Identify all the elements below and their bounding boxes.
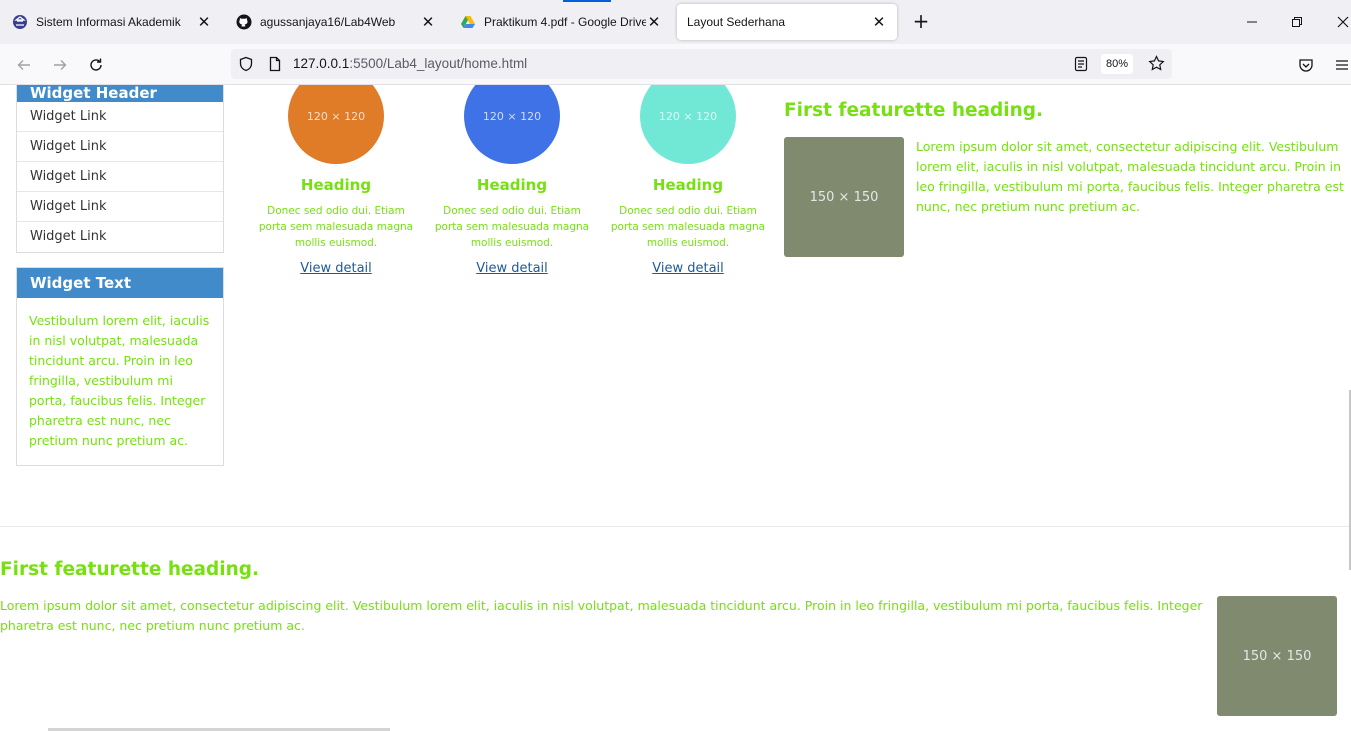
minimize-icon bbox=[1247, 21, 1257, 23]
featurette-image: 150 × 150 bbox=[1217, 596, 1337, 716]
close-icon[interactable]: ✕ bbox=[420, 14, 436, 31]
widget-title: Widget Text bbox=[17, 268, 223, 298]
tab-google-drive[interactable]: Praktikum 4.pdf - Google Drive ✕ bbox=[450, 4, 672, 40]
navigation-toolbar: 127.0.0.1:5500/Lab4_layout/home.html 80% bbox=[0, 44, 1351, 85]
hamburger-menu-icon bbox=[1336, 60, 1348, 70]
placeholder-image-circle: 120 × 120 bbox=[464, 85, 560, 164]
page-icon bbox=[267, 56, 283, 76]
pocket-button[interactable] bbox=[1293, 52, 1319, 78]
widget-link[interactable]: Widget Link bbox=[17, 192, 223, 222]
tab-label: Layout Sederhana bbox=[687, 15, 786, 29]
featurette-image: 150 × 150 bbox=[784, 137, 904, 257]
close-window-button[interactable] bbox=[1328, 10, 1351, 34]
university-icon bbox=[12, 14, 28, 30]
tab-loading-indicator bbox=[563, 0, 611, 2]
column-text: Donec sed odio dui. Etiam porta sem male… bbox=[610, 205, 766, 249]
widget-link[interactable]: Widget Link bbox=[17, 162, 223, 192]
restore-button[interactable] bbox=[1282, 10, 1312, 34]
star-icon[interactable] bbox=[1148, 55, 1165, 76]
featurette-heading: First featurette heading. bbox=[784, 100, 1044, 121]
minimize-button[interactable] bbox=[1237, 10, 1267, 34]
address-bar[interactable]: 127.0.0.1:5500/Lab4_layout/home.html 80% bbox=[231, 49, 1172, 79]
column-heading: Heading bbox=[652, 176, 724, 194]
widget-text-panel: Widget Text Vestibulum lorem elit, iacul… bbox=[16, 267, 224, 466]
marketing-column: Heading Donec sed odio dui. Etiam porta … bbox=[432, 176, 592, 276]
close-icon[interactable]: ✕ bbox=[196, 14, 212, 31]
google-drive-icon bbox=[460, 14, 476, 30]
page-viewport: Widget Header Widget Link Widget Link Wi… bbox=[0, 85, 1351, 731]
widget-header-panel: Widget Header Widget Link Widget Link Wi… bbox=[16, 85, 224, 253]
reload-button[interactable] bbox=[83, 52, 109, 78]
tab-label: Praktikum 4.pdf - Google Drive bbox=[484, 15, 646, 29]
close-icon[interactable]: ✕ bbox=[646, 14, 662, 31]
widget-link[interactable]: Widget Link bbox=[17, 222, 223, 252]
url-host: 127.0.0.1 bbox=[293, 56, 350, 71]
close-icon bbox=[1337, 16, 1349, 28]
widget-link[interactable]: Widget Link bbox=[17, 132, 223, 162]
tab-sistem-informasi[interactable]: Sistem Informasi Akademik ✕ bbox=[2, 4, 222, 40]
close-icon[interactable]: ✕ bbox=[871, 14, 887, 31]
reload-icon bbox=[90, 58, 102, 71]
view-detail-link[interactable]: View detail bbox=[476, 261, 548, 276]
placeholder-image-circle: 120 × 120 bbox=[640, 85, 736, 164]
restore-icon bbox=[1292, 17, 1302, 27]
tab-label: agussanjaya16/Lab4Web bbox=[260, 15, 396, 29]
tab-layout-sederhana[interactable]: Layout Sederhana ✕ bbox=[677, 4, 897, 40]
arrow-left-icon bbox=[17, 60, 30, 70]
column-heading: Heading bbox=[300, 176, 372, 194]
featurette-heading: First featurette heading. bbox=[0, 559, 260, 580]
new-tab-button[interactable]: + bbox=[911, 11, 931, 32]
placeholder-image-circle: 120 × 120 bbox=[288, 85, 384, 164]
zoom-level[interactable]: 80% bbox=[1101, 54, 1134, 74]
featurette-text: Lorem ipsum dolor sit amet, consectetur … bbox=[916, 139, 1344, 214]
forward-button[interactable] bbox=[47, 52, 73, 78]
url-text[interactable]: 127.0.0.1:5500/Lab4_layout/home.html bbox=[293, 56, 527, 71]
marketing-column: Heading Donec sed odio dui. Etiam porta … bbox=[256, 176, 416, 276]
widget-link[interactable]: Widget Link bbox=[17, 102, 223, 132]
marketing-column: Heading Donec sed odio dui. Etiam porta … bbox=[608, 176, 768, 276]
arrow-right-icon bbox=[54, 60, 67, 70]
tab-strip: Sistem Informasi Akademik ✕ agussanjaya1… bbox=[0, 0, 1351, 44]
back-button[interactable] bbox=[11, 52, 37, 78]
widget-body-text: Vestibulum lorem elit, iaculis in nisl v… bbox=[29, 313, 210, 448]
url-path: :5500/Lab4_layout/home.html bbox=[349, 56, 528, 71]
pocket-icon bbox=[1299, 59, 1313, 72]
featurette-text: Lorem ipsum dolor sit amet, consectetur … bbox=[0, 598, 1203, 633]
tab-github[interactable]: agussanjaya16/Lab4Web ✕ bbox=[226, 4, 446, 40]
view-detail-link[interactable]: View detail bbox=[300, 261, 372, 276]
column-heading: Heading bbox=[476, 176, 548, 194]
column-text: Donec sed odio dui. Etiam porta sem male… bbox=[434, 205, 590, 249]
tab-label: Sistem Informasi Akademik bbox=[36, 15, 181, 29]
view-detail-link[interactable]: View detail bbox=[652, 261, 724, 276]
shield-icon[interactable] bbox=[238, 56, 254, 76]
reader-view-icon[interactable] bbox=[1073, 56, 1089, 76]
menu-button[interactable] bbox=[1329, 52, 1351, 78]
widget-title: Widget Header bbox=[17, 85, 223, 102]
column-text: Donec sed odio dui. Etiam porta sem male… bbox=[258, 205, 414, 249]
github-icon bbox=[236, 14, 252, 30]
divider bbox=[0, 526, 1351, 527]
